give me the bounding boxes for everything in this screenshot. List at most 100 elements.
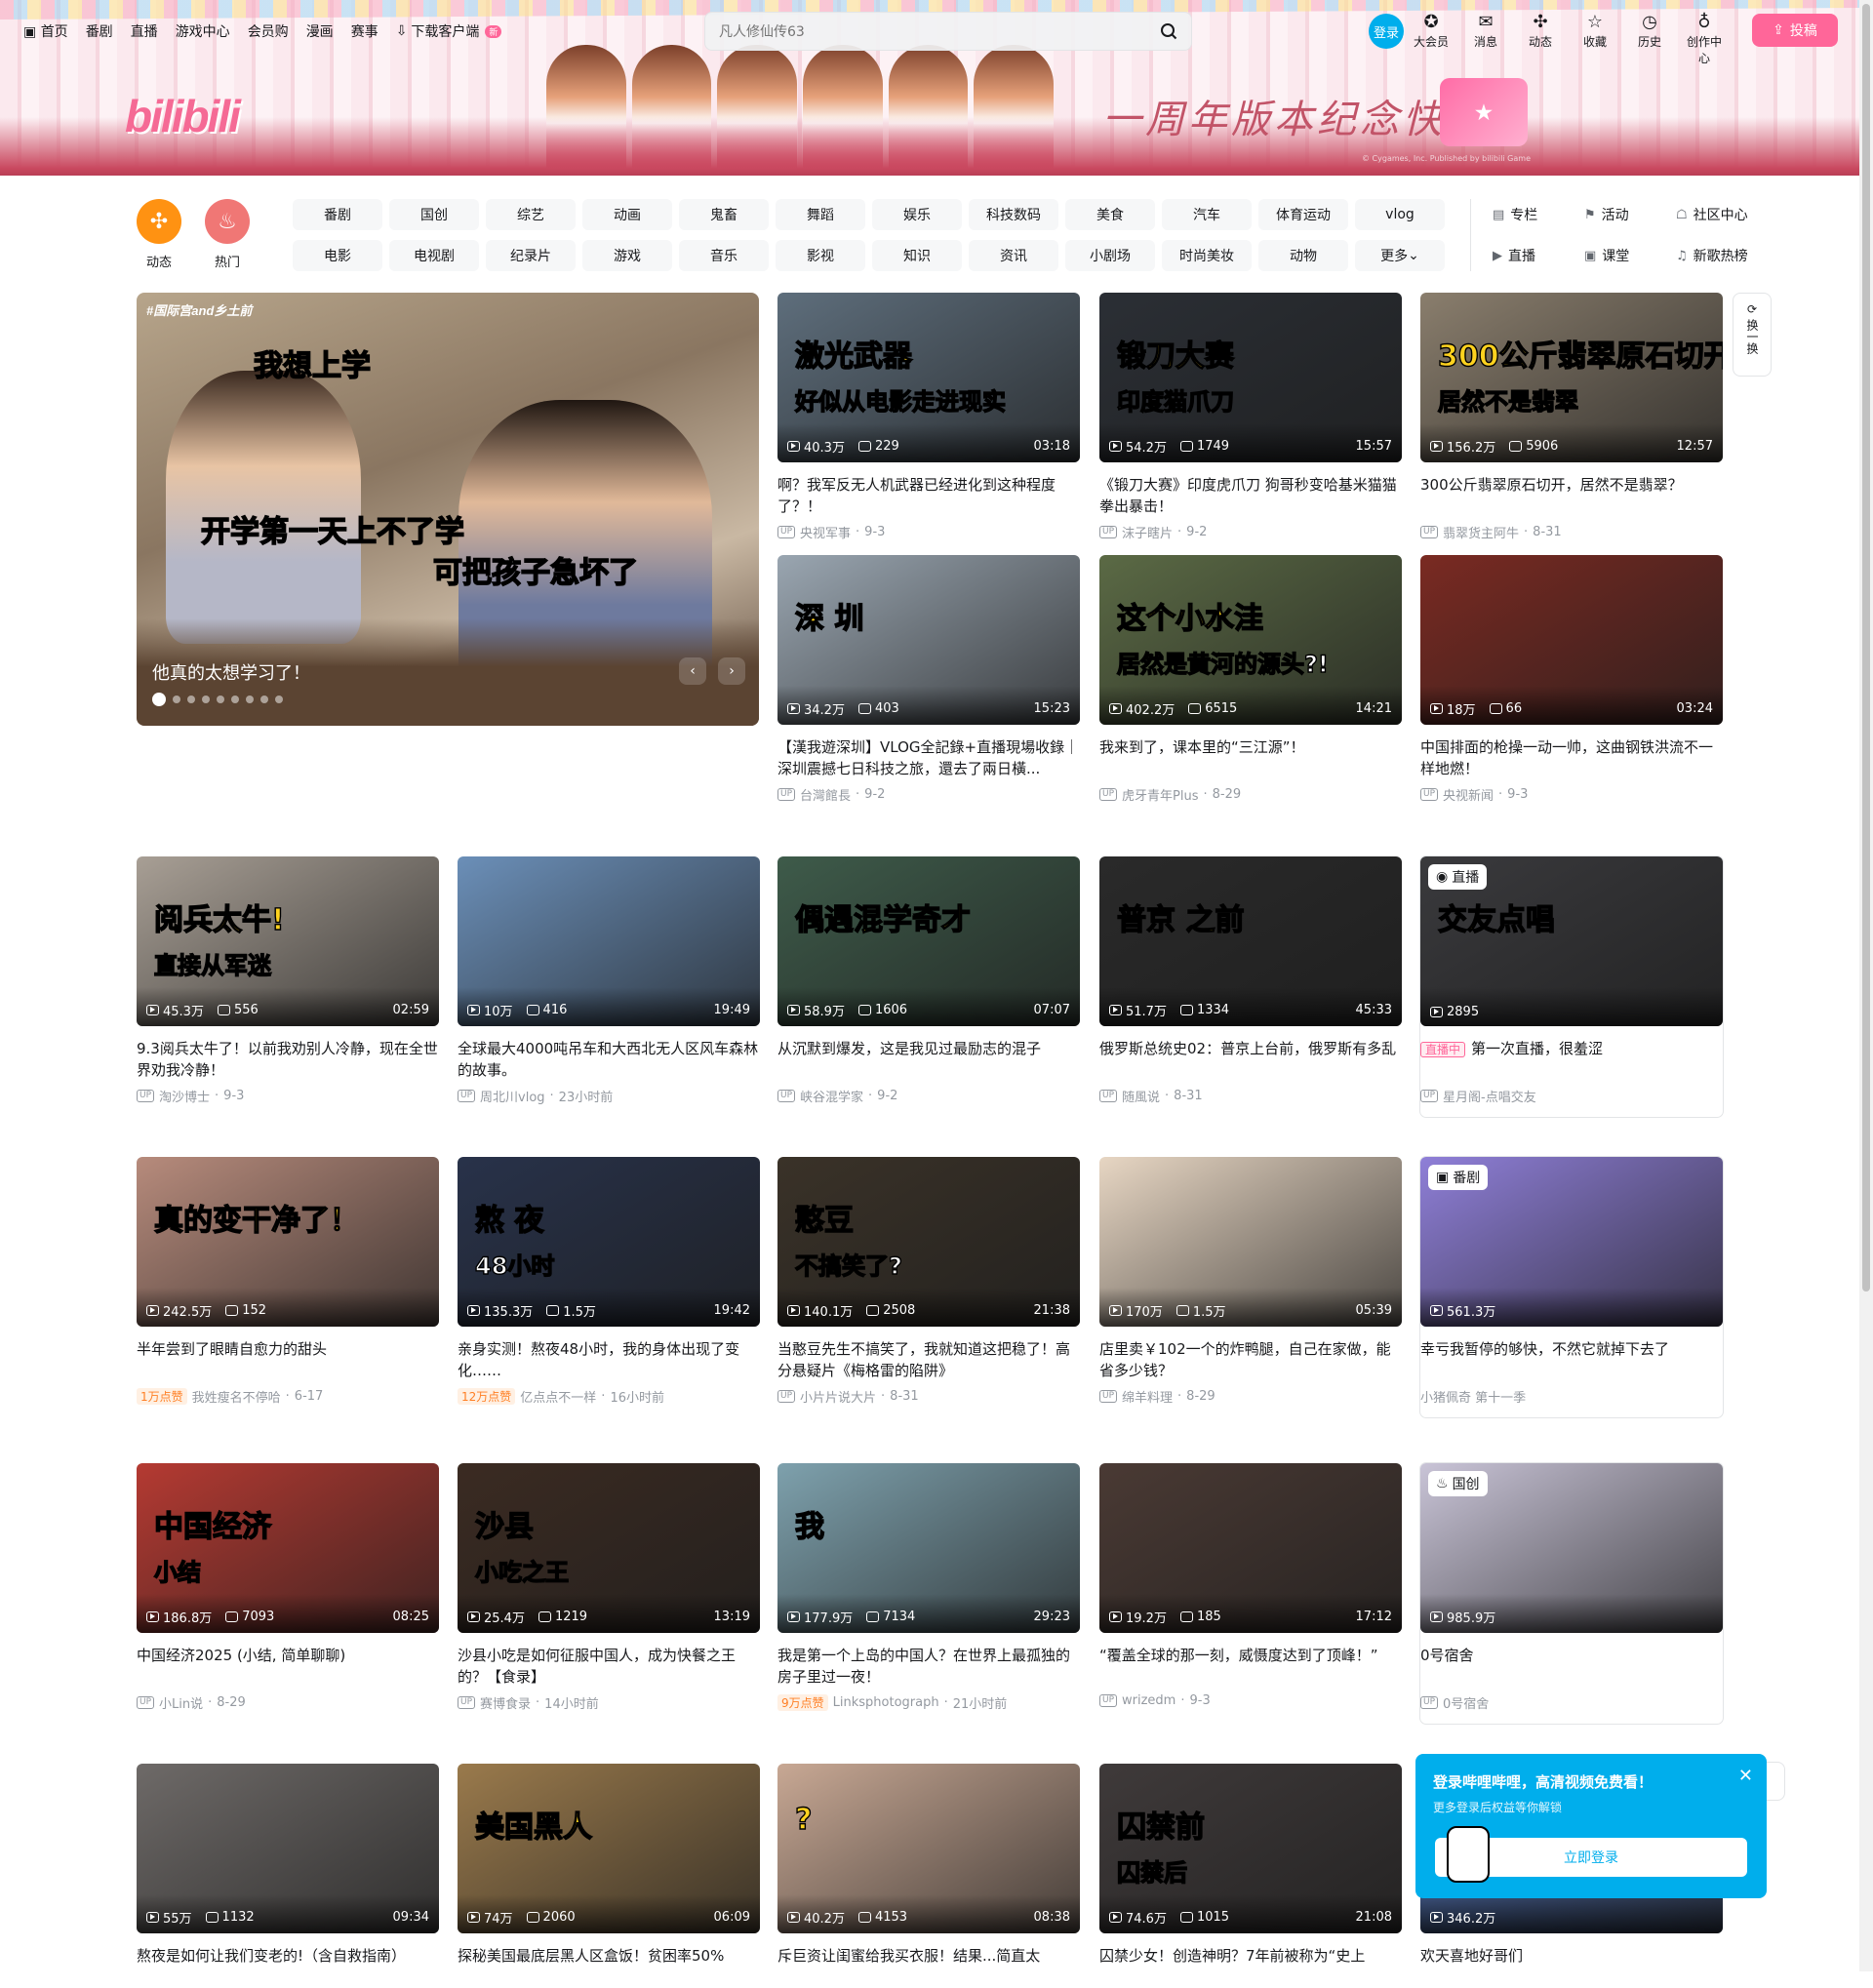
- video-card[interactable]: 囚禁前 囚禁后 74.6万 1015 21:08 囚禁少女！创造神明？7年前被称为“史上: [1099, 1764, 1402, 1988]
- channel-tag[interactable]: 国创: [389, 199, 479, 230]
- video-title[interactable]: 9.3阅兵太牛了！以前我劝别人冷静，现在全世界劝我冷静！: [137, 1038, 439, 1081]
- scrollbar-thumb[interactable]: [1862, 4, 1870, 1292]
- carousel-dot[interactable]: [187, 696, 195, 703]
- video-thumbnail[interactable]: ? 40.2万 4153 08:38: [777, 1764, 1080, 1933]
- video-thumbnail[interactable]: 激光武器 好似从电影走进现实 40.3万 229 03:18: [777, 293, 1080, 462]
- search-input[interactable]: [719, 21, 1138, 43]
- channel-tag[interactable]: 体育运动: [1258, 199, 1348, 230]
- video-thumbnail[interactable]: 这个小水洼 居然是黄河的源头?! 402.2万 6515 14:21: [1099, 555, 1402, 725]
- channel-tag[interactable]: 动画: [582, 199, 672, 230]
- favorites-entry[interactable]: ☆ 收藏: [1576, 12, 1614, 66]
- channel-tag[interactable]: 游戏: [582, 240, 672, 271]
- video-card[interactable]: 普京 之前 51.7万 1334 45:33 俄罗斯总统史02：普京上台前，俄罗斯有多乱…: [1099, 856, 1402, 1105]
- channel-tag[interactable]: 科技数码: [969, 199, 1058, 230]
- video-card[interactable]: 偶遇混学奇才 58.9万 1606 07:07 从沉默到爆发，这是我见过最励志的混子 UP…: [777, 856, 1080, 1105]
- uploader-name[interactable]: 0号宿舍: [1443, 1693, 1489, 1712]
- uploader-name[interactable]: 翡翠货主阿牛: [1443, 523, 1519, 541]
- video-title[interactable]: 从沉默到爆发，这是我见过最励志的混子: [777, 1038, 1080, 1081]
- video-thumbnail[interactable]: 中国经济 小结 186.8万 7093 08:25: [137, 1463, 439, 1633]
- creator-entry[interactable]: ♁ 创作中心: [1686, 12, 1723, 66]
- video-card[interactable]: ? 40.2万 4153 08:38 斥巨资让闺蜜给我买衣服！结果...简直太: [777, 1764, 1080, 1988]
- message-entry[interactable]: ✉ 消息: [1467, 12, 1504, 66]
- nav-esports[interactable]: 赛事: [351, 21, 379, 41]
- video-thumbnail[interactable]: 10万 416 19:49: [458, 856, 760, 1026]
- video-title[interactable]: 店里卖￥102一个的炸鸭腿，自己在家做，能省多少钱？: [1099, 1338, 1402, 1381]
- video-title[interactable]: 沙县小吃是如何征服中国人，成为快餐之王的？【食录】: [458, 1645, 760, 1688]
- nav-download[interactable]: ⇩ 下载客户端新: [396, 21, 502, 41]
- video-title[interactable]: “覆盖全球的那一刻，威慑度达到了顶峰！”: [1099, 1645, 1402, 1688]
- video-thumbnail[interactable]: 55万 1132 09:34: [137, 1764, 439, 1933]
- dynamic-entry[interactable]: ✣ 动态: [1522, 12, 1559, 66]
- channel-column[interactable]: ▤ 专栏: [1493, 199, 1584, 230]
- nav-home[interactable]: ▣ 首页: [23, 21, 68, 41]
- carousel-dot[interactable]: [275, 696, 283, 703]
- video-card[interactable]: 激光武器 好似从电影走进现实 40.3万 229 03:18 啊？我军反无人机武器已经进化…: [777, 293, 1080, 541]
- video-card[interactable]: 10万 416 19:49 全球最大4000吨吊车和大西北无人区风车森林的故事。 UP 周…: [458, 856, 760, 1105]
- hero-carousel[interactable]: #国际宫and乡土前 我想上学 开学第一天上不了学 可把孩子急坏了 他真的太想学…: [137, 293, 759, 726]
- video-title[interactable]: 俄罗斯总统史02：普京上台前，俄罗斯有多乱: [1099, 1038, 1402, 1081]
- video-thumbnail[interactable]: 深 圳 34.2万 403 15:23: [777, 555, 1080, 725]
- video-title[interactable]: 欢天喜地好哥们: [1420, 1945, 1723, 1988]
- uploader-name[interactable]: wrizedm: [1122, 1693, 1176, 1708]
- carousel-dot[interactable]: [260, 696, 268, 703]
- video-thumbnail[interactable]: 普京 之前 51.7万 1334 45:33: [1099, 856, 1402, 1026]
- channel-dynamic-button[interactable]: ✣: [137, 199, 181, 244]
- search-icon[interactable]: [1160, 22, 1177, 40]
- vip-entry[interactable]: ✪ 大会员: [1413, 12, 1450, 66]
- video-thumbnail[interactable]: 300公斤翡翠原石切开 居然不是翡翠 156.2万 5906 12:57: [1420, 293, 1723, 462]
- uploader-name[interactable]: 我姓瘦名不停哈: [192, 1387, 281, 1406]
- login-avatar-button[interactable]: 登录: [1369, 14, 1404, 49]
- refresh-button[interactable]: ⟳ 换一换: [1733, 293, 1772, 377]
- channel-tag[interactable]: 娱乐: [872, 199, 962, 230]
- channel-tag[interactable]: 影视: [776, 240, 865, 271]
- channel-tag[interactable]: 汽车: [1162, 199, 1252, 230]
- video-thumbnail[interactable]: 偶遇混学奇才 58.9万 1606 07:07: [777, 856, 1080, 1026]
- channel-tag[interactable]: 综艺: [486, 199, 576, 230]
- channel-tag[interactable]: 知识: [872, 240, 962, 271]
- channel-tag[interactable]: 电影: [293, 240, 382, 271]
- carousel-dot[interactable]: [152, 693, 166, 706]
- video-title[interactable]: 0号宿舍: [1420, 1645, 1723, 1688]
- video-card[interactable]: 美国黑人 74万 2060 06:09 探秘美国最底层黑人区盒饭！贫困率50%: [458, 1764, 760, 1988]
- carousel-dot[interactable]: [202, 696, 210, 703]
- video-card[interactable]: 沙县 小吃之王 25.4万 1219 13:19 沙县小吃是如何征服中国人，成为快餐之王的…: [458, 1463, 760, 1712]
- video-title[interactable]: 我来到了，课本里的“三江源”！: [1099, 736, 1402, 779]
- channel-tag[interactable]: 音乐: [679, 240, 769, 271]
- channel-activity[interactable]: ⚑ 活动: [1584, 199, 1676, 230]
- history-entry[interactable]: ◷ 历史: [1631, 12, 1668, 66]
- carousel-dot[interactable]: [173, 696, 180, 703]
- uploader-name[interactable]: 淘沙博士: [159, 1087, 210, 1105]
- video-thumbnail[interactable]: ♨ 国创 985.9万: [1420, 1463, 1723, 1633]
- video-title[interactable]: 探秘美国最底层黑人区盒饭！贫困率50%: [458, 1945, 760, 1988]
- video-title[interactable]: 我是第一个上岛的中国人？在世界上最孤独的房子里过一夜！: [777, 1645, 1080, 1688]
- video-thumbnail[interactable]: ▣ 番剧 561.3万: [1420, 1157, 1723, 1327]
- video-title[interactable]: 幸亏我暂停的够快，不然它就掉下去了: [1420, 1338, 1723, 1381]
- video-thumbnail[interactable]: 170万 1.5万 05:39: [1099, 1157, 1402, 1327]
- close-icon[interactable]: ✕: [1738, 1766, 1753, 1786]
- video-thumbnail[interactable]: 阅兵太牛! 直接从军迷 45.3万 556 02:59: [137, 856, 439, 1026]
- carousel-caption[interactable]: 他真的太想学习了！: [152, 659, 310, 685]
- nav-game-center[interactable]: 游戏中心: [176, 21, 230, 41]
- video-title[interactable]: 中国排面的枪操一动一帅，这曲钢铁洪流不一样地燃！: [1420, 736, 1723, 779]
- carousel-prev-button[interactable]: ‹: [679, 657, 706, 685]
- carousel-dot[interactable]: [231, 696, 239, 703]
- video-thumbnail[interactable]: 真的变干净了！ 242.5万 152: [137, 1157, 439, 1327]
- uploader-name[interactable]: 沫子瞎片: [1122, 523, 1173, 541]
- uploader-name[interactable]: 央视新闻: [1443, 785, 1494, 804]
- channel-tag[interactable]: 舞蹈: [776, 199, 865, 230]
- video-card[interactable]: 真的变干净了！ 242.5万 152 半年尝到了眼睛自愈力的甜头 1万点赞 我姓瘦名不停哈…: [137, 1157, 439, 1406]
- video-card[interactable]: 中国经济 小结 186.8万 7093 08:25 中国经济2025 (小结, 简单聊聊)…: [137, 1463, 439, 1712]
- uploader-name[interactable]: 虎牙青年Plus: [1122, 785, 1198, 804]
- video-card[interactable]: 憨豆 不搞笑了? 140.1万 2508 21:38 当憨豆先生不搞笑了，我就知道这把稳了…: [777, 1157, 1080, 1406]
- uploader-name[interactable]: 台灣館長: [800, 785, 851, 804]
- video-card[interactable]: ♨ 国创 985.9万 0号宿舍 UP 0号宿舍: [1420, 1463, 1723, 1724]
- video-card[interactable]: 170万 1.5万 05:39 店里卖￥102一个的炸鸭腿，自己在家做，能省多少钱？ U…: [1099, 1157, 1402, 1406]
- channel-class[interactable]: ▣ 课堂: [1584, 240, 1676, 271]
- video-card[interactable]: 55万 1132 09:34 熬夜是如何让我们变老的!（含自救指南）: [137, 1764, 439, 1988]
- video-title[interactable]: 全球最大4000吨吊车和大西北无人区风车森林的故事。: [458, 1038, 760, 1081]
- video-thumbnail[interactable]: 我 177.9万 7134 29:23: [777, 1463, 1080, 1633]
- video-title[interactable]: 【漢我遊深圳】VLOG全記錄+直播現場收錄｜深圳震撼七日科技之旅，還去了兩日橫.…: [777, 736, 1080, 779]
- channel-tag[interactable]: 电视剧: [389, 240, 479, 271]
- video-card[interactable]: ▣ 番剧 561.3万 幸亏我暂停的够快，不然它就掉下去了 小猪佩奇 第十一季: [1420, 1157, 1723, 1417]
- uploader-name[interactable]: 小片片说大片: [800, 1387, 876, 1406]
